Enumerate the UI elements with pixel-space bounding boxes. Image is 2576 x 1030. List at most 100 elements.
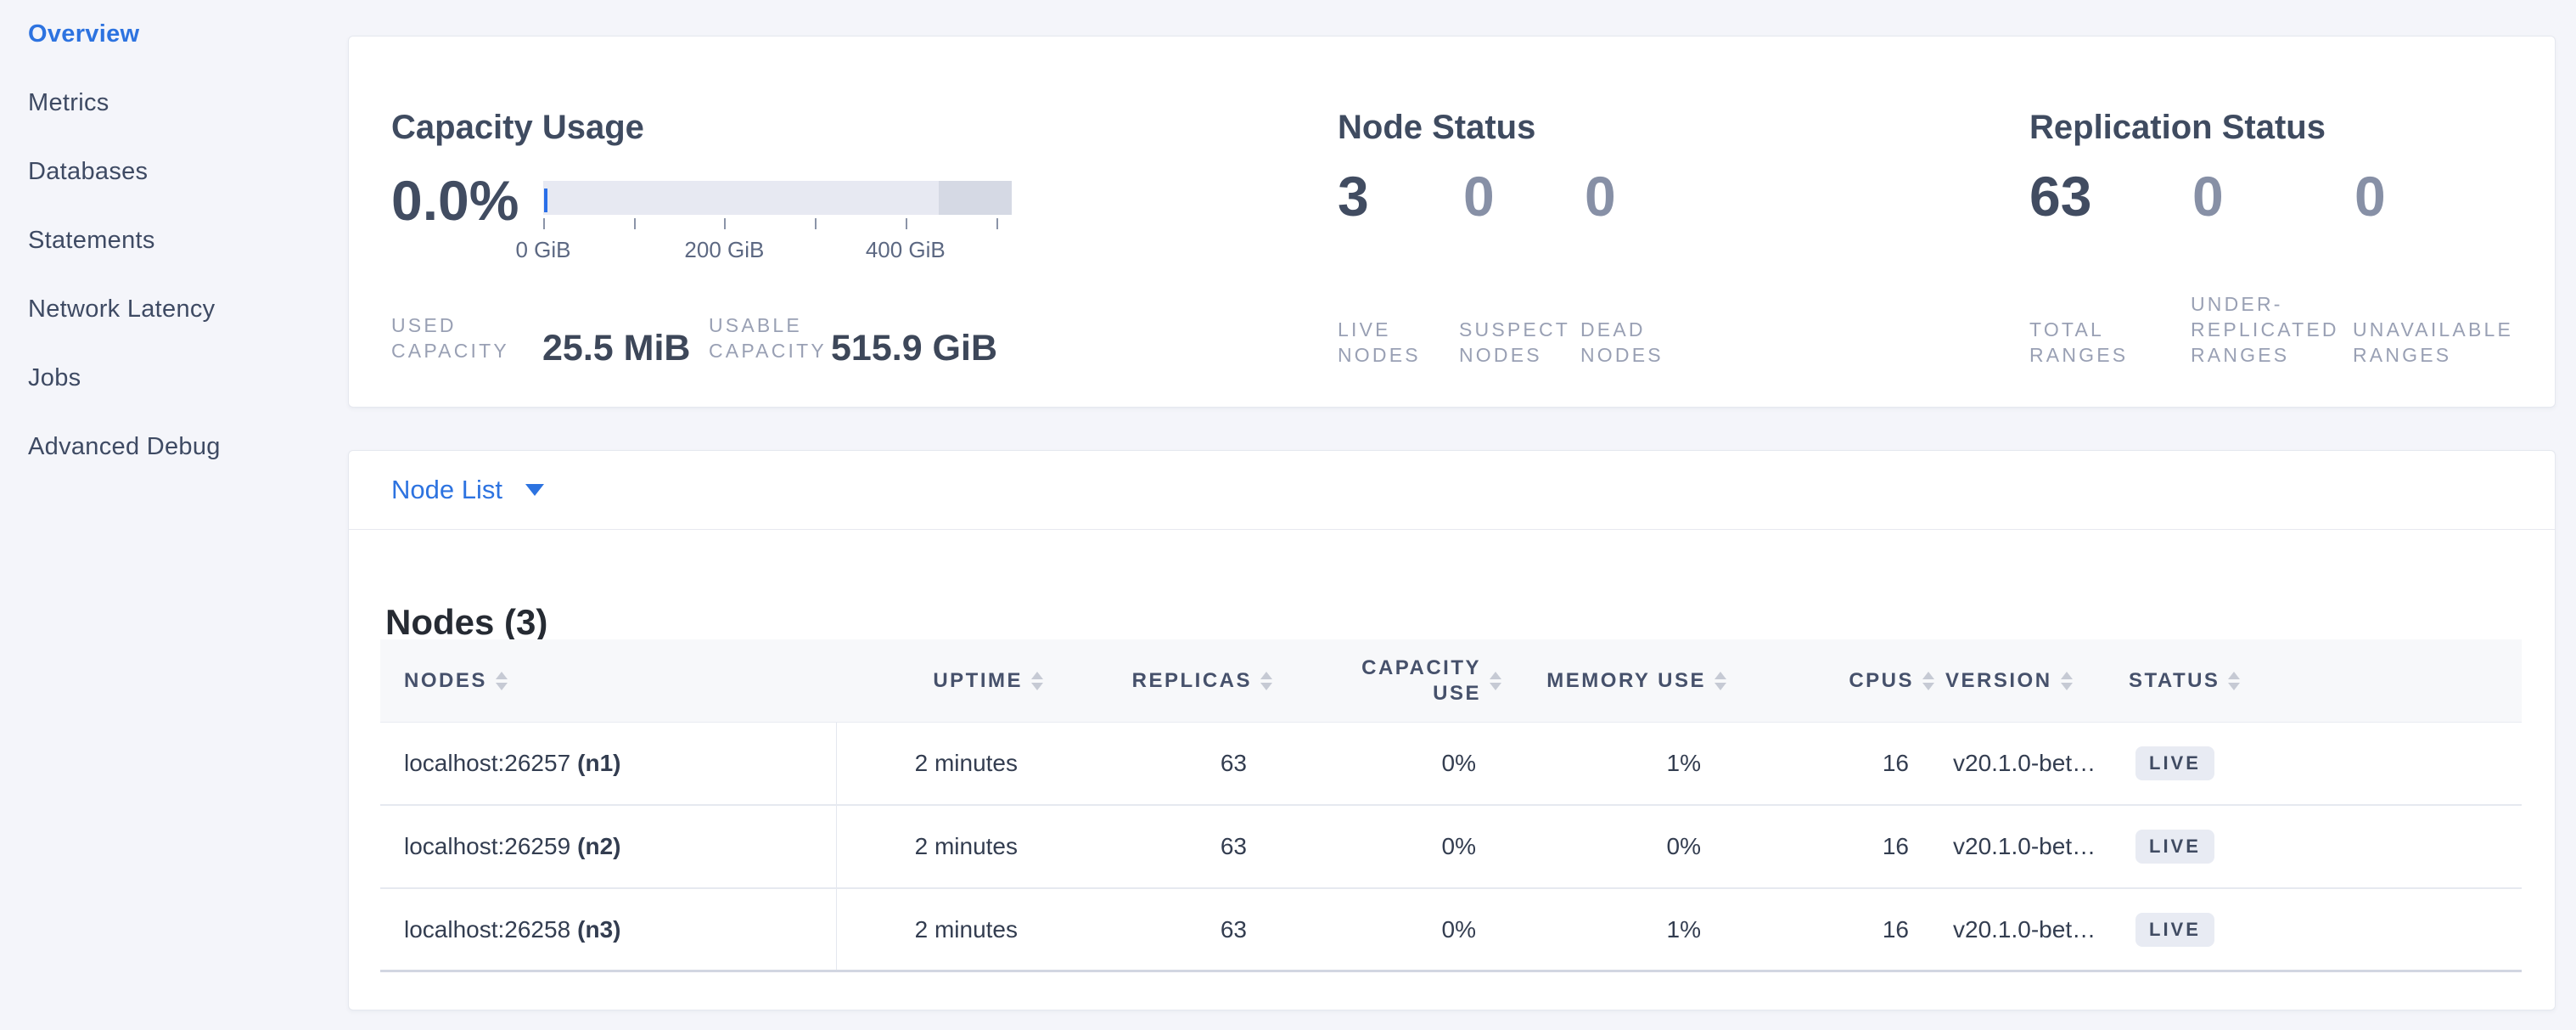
used-capacity-label: USED CAPACITY xyxy=(391,312,537,363)
sidebar-item-metrics[interactable]: Metrics xyxy=(0,69,348,138)
capacity-use-cell: 0% xyxy=(1278,723,1507,804)
sidebar-item-overview[interactable]: Overview xyxy=(0,0,348,69)
total-ranges-label: TOTAL RANGES xyxy=(2029,317,2199,368)
nodes-table-header: NODES UPTIME REPLICAS CAPACITY USE MEMOR… xyxy=(380,639,2522,723)
column-header-memory-use[interactable]: MEMORY USE xyxy=(1507,639,1732,722)
table-row-n2[interactable]: localhost:26259 (n2) 2 minutes 63 0% 0% … xyxy=(380,806,2522,889)
capacity-axis-ticks xyxy=(543,218,1012,229)
suspect-nodes-count: 0 xyxy=(1463,164,1495,228)
uptime-cell: 2 minutes xyxy=(837,806,1049,887)
node-address: localhost:26259 xyxy=(404,833,570,860)
capacity-bar-used-marker xyxy=(544,189,547,212)
sort-icon[interactable] xyxy=(1490,672,1501,690)
sort-icon[interactable] xyxy=(1260,672,1272,690)
node-name-cell: localhost:26258 (n3) xyxy=(380,889,837,970)
sidebar: Overview Metrics Databases Statements Ne… xyxy=(0,0,348,1030)
sidebar-item-network-latency[interactable]: Network Latency xyxy=(0,275,348,344)
version-text: v20.1.0-bet… xyxy=(1953,916,2096,943)
cpus-cell: 16 xyxy=(1732,723,1940,804)
column-header-label: REPLICAS xyxy=(1132,669,1252,693)
axis-label-0gib: 0 GiB xyxy=(515,237,570,263)
live-nodes-label: LIVE NODES xyxy=(1338,317,1452,368)
version-text: v20.1.0-bet… xyxy=(1953,833,2096,860)
column-header-version[interactable]: VERSION xyxy=(1940,639,2114,722)
version-cell: v20.1.0-bet… xyxy=(1940,806,2114,887)
sort-icon[interactable] xyxy=(1715,672,1726,690)
column-header-label: VERSION xyxy=(1945,669,2052,693)
column-header-uptime[interactable]: UPTIME xyxy=(837,639,1049,722)
status-badge: LIVE xyxy=(2135,913,2214,947)
capacity-bar-reserved-segment xyxy=(939,181,1012,215)
usable-capacity-value: 515.9 GiB xyxy=(831,329,997,368)
axis-label-400gib: 400 GiB xyxy=(866,237,946,263)
sort-icon[interactable] xyxy=(2061,672,2073,690)
dead-nodes-label: DEAD NODES xyxy=(1580,317,1695,368)
unavailable-ranges-label: UNAVAILABLE RANGES xyxy=(2353,317,2523,368)
uptime-cell: 2 minutes xyxy=(837,723,1049,804)
table-row-n3[interactable]: localhost:26258 (n3) 2 minutes 63 0% 1% … xyxy=(380,889,2522,972)
capacity-usage-title: Capacity Usage xyxy=(391,109,644,147)
capacity-use-cell: 0% xyxy=(1278,806,1507,887)
column-header-nodes[interactable]: NODES xyxy=(380,639,837,722)
uptime-cell: 2 minutes xyxy=(837,889,1049,970)
sort-icon[interactable] xyxy=(2228,672,2240,690)
node-id: (n2) xyxy=(577,833,620,860)
node-address: localhost:26257 xyxy=(404,750,570,777)
node-name-cell: localhost:26259 (n2) xyxy=(380,806,837,887)
cpus-cell: 16 xyxy=(1732,889,1940,970)
sort-icon[interactable] xyxy=(496,672,508,690)
column-header-status[interactable]: STATUS xyxy=(2114,639,2522,722)
cpus-cell: 16 xyxy=(1732,806,1940,887)
sort-icon[interactable] xyxy=(1922,672,1934,690)
unavailable-ranges-count: 0 xyxy=(2354,164,2386,228)
live-nodes-count: 3 xyxy=(1338,164,1369,228)
memory-use-cell: 1% xyxy=(1507,889,1732,970)
sort-icon[interactable] xyxy=(1031,672,1043,690)
memory-use-cell: 0% xyxy=(1507,806,1732,887)
suspect-nodes-label: SUSPECT NODES xyxy=(1459,317,1574,368)
status-cell: LIVE xyxy=(2114,723,2522,804)
column-header-replicas[interactable]: REPLICAS xyxy=(1049,639,1278,722)
under-replicated-ranges-count: 0 xyxy=(2192,164,2224,228)
node-list-card: Node List Nodes (3) NODES UPTIME REPLICA… xyxy=(348,450,2556,1010)
column-header-label: UPTIME xyxy=(933,669,1023,693)
node-id: (n3) xyxy=(577,916,620,943)
status-badge: LIVE xyxy=(2135,830,2214,864)
sidebar-item-advanced-debug[interactable]: Advanced Debug xyxy=(0,413,348,481)
capacity-use-cell: 0% xyxy=(1278,889,1507,970)
column-header-label: MEMORY USE xyxy=(1546,669,1706,693)
under-replicated-ranges-label: UNDER-REPLICATED RANGES xyxy=(2191,291,2360,368)
replication-status-title: Replication Status xyxy=(2029,109,2326,147)
node-status-title: Node Status xyxy=(1338,109,1535,147)
memory-use-cell: 1% xyxy=(1507,723,1732,804)
nodes-table: NODES UPTIME REPLICAS CAPACITY USE MEMOR… xyxy=(380,639,2522,972)
axis-label-200gib: 200 GiB xyxy=(684,237,764,263)
sidebar-item-jobs[interactable]: Jobs xyxy=(0,344,348,413)
dead-nodes-count: 0 xyxy=(1585,164,1616,228)
version-cell: v20.1.0-bet… xyxy=(1940,889,2114,970)
column-header-label: STATUS xyxy=(2129,669,2220,693)
status-badge: LIVE xyxy=(2135,746,2214,780)
cluster-overview-page: Overview Metrics Databases Statements Ne… xyxy=(0,0,2576,1030)
status-cell: LIVE xyxy=(2114,806,2522,887)
node-name-cell: localhost:26257 (n1) xyxy=(380,723,837,804)
node-id: (n1) xyxy=(577,750,620,777)
status-cell: LIVE xyxy=(2114,889,2522,970)
table-row-n1[interactable]: localhost:26257 (n1) 2 minutes 63 0% 1% … xyxy=(380,723,2522,806)
column-header-label: NODES xyxy=(404,669,487,693)
replicas-cell: 63 xyxy=(1049,806,1278,887)
column-header-capacity-use[interactable]: CAPACITY USE xyxy=(1278,639,1507,722)
column-header-label: CPUS xyxy=(1849,669,1914,693)
view-selector-dropdown[interactable]: Node List xyxy=(349,451,2555,530)
column-header-cpus[interactable]: CPUS xyxy=(1732,639,1940,722)
total-ranges-count: 63 xyxy=(2029,164,2091,228)
sidebar-item-statements[interactable]: Statements xyxy=(0,206,348,275)
sidebar-item-databases[interactable]: Databases xyxy=(0,138,348,206)
column-header-label: CAPACITY USE xyxy=(1354,656,1481,706)
chevron-down-icon[interactable] xyxy=(525,484,544,496)
replicas-cell: 63 xyxy=(1049,889,1278,970)
view-selector-label[interactable]: Node List xyxy=(391,475,502,505)
version-cell: v20.1.0-bet… xyxy=(1940,723,2114,804)
version-text: v20.1.0-bet… xyxy=(1953,750,2096,777)
node-address: localhost:26258 xyxy=(404,916,570,943)
